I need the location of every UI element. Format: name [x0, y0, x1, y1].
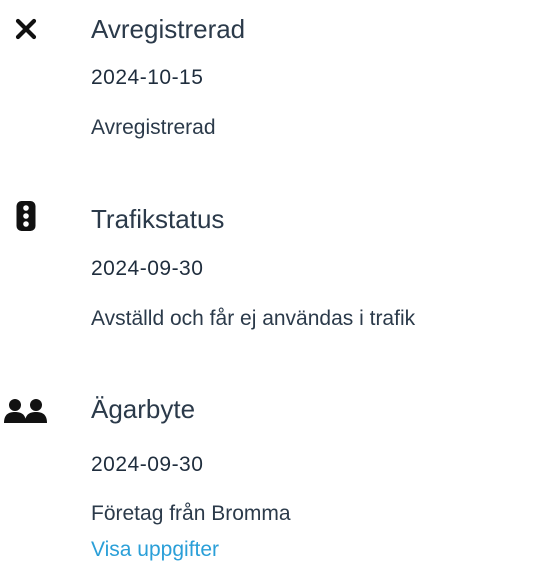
event-description: Företag från Bromma	[91, 502, 291, 525]
close-icon	[6, 9, 46, 49]
event-description: Avregistrerad	[91, 116, 216, 139]
users-icon	[0, 391, 52, 431]
event-date: 2024-09-30	[91, 453, 204, 476]
event-title: Trafikstatus	[91, 204, 225, 234]
event-date: 2024-10-15	[91, 66, 204, 89]
show-details-link[interactable]: Visa uppgifter	[91, 539, 219, 560]
event-date: 2024-09-30	[91, 257, 204, 280]
event-description: Avställd och får ej användas i trafik	[91, 307, 416, 330]
history-timeline: Avregistrerad 2024-10-15 Avregistrerad T…	[0, 0, 552, 565]
event-title: Ägarbyte	[91, 394, 196, 424]
event-title: Avregistrerad	[91, 14, 246, 44]
traffic-light-icon	[6, 196, 46, 236]
